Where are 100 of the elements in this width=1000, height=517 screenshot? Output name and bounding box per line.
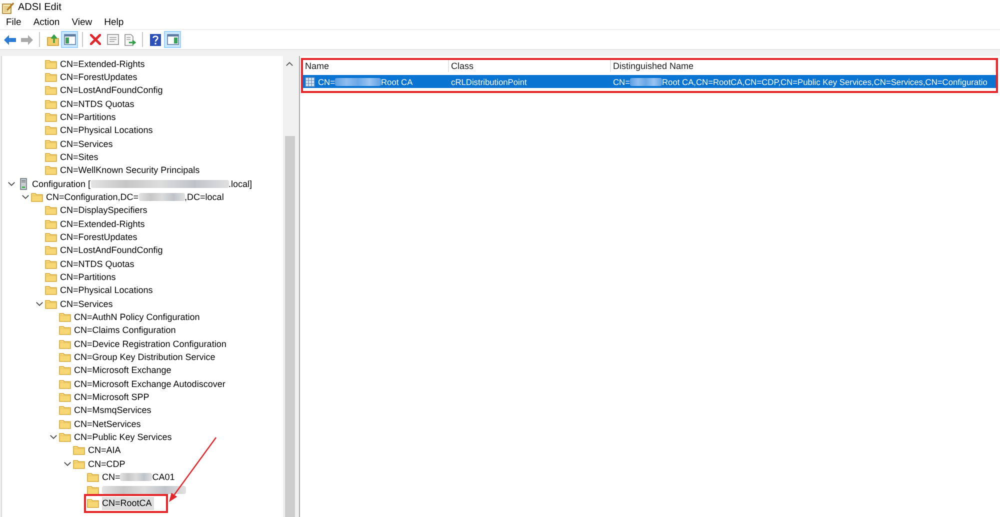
tree-item[interactable]: CN=WellKnown Security Principals [60, 164, 202, 177]
folder-icon [59, 418, 71, 429]
folder-icon [59, 312, 71, 322]
toolbar-button[interactable] [87, 31, 104, 48]
folder-icon [59, 338, 71, 349]
folder-icon [87, 472, 99, 482]
folder-icon [45, 218, 57, 229]
folder-icon [45, 72, 57, 82]
folder-icon [87, 485, 99, 496]
tree-item[interactable]: CN=Services [60, 137, 115, 150]
tree-item[interactable] [102, 484, 188, 497]
tree-item[interactable]: CN= CA01 [102, 470, 177, 484]
notepad-pencil-icon [2, 2, 14, 14]
folder-icon [45, 138, 57, 149]
tree-item[interactable]: CN=Physical Locations [60, 124, 155, 137]
folder-icon [45, 152, 57, 162]
toolbar-button[interactable] [61, 31, 78, 48]
tree-item[interactable]: CN=Partitions [60, 270, 118, 284]
tree-item[interactable]: CN=Extended-Rights [60, 217, 147, 230]
back-arrow-icon [4, 34, 16, 44]
folder-up-icon [46, 34, 58, 46]
list-cell[interactable]: CN= Root CA [303, 75, 449, 88]
chevron-down-icon[interactable] [50, 434, 56, 439]
folder-icon [45, 245, 57, 256]
tree-item[interactable]: CN=Device Registration Configuration [74, 337, 228, 350]
folder-icon [59, 392, 71, 402]
folder-icon [45, 232, 57, 242]
chevron-down-icon[interactable] [8, 182, 14, 186]
tree-item[interactable]: CN=Claims Configuration [74, 324, 178, 337]
tree-item[interactable]: CN=ForestUpdates [60, 70, 140, 84]
folder-icon [31, 192, 43, 202]
tree-item[interactable]: CN=MsmqServices [74, 404, 154, 417]
delete-icon [90, 34, 101, 45]
tree-item[interactable]: CN=ForestUpdates [60, 230, 140, 244]
column-header[interactable]: Distinguished Name [611, 60, 996, 72]
tree-item[interactable]: CN=Services [60, 297, 115, 310]
redaction-blur [138, 192, 185, 201]
folder-icon [45, 205, 57, 216]
tree-item[interactable]: CN=Sites [60, 150, 100, 164]
chevron-down-icon[interactable] [36, 302, 42, 306]
tree-item[interactable]: CN=LostAndFoundConfig [60, 84, 165, 97]
folder-icon [59, 432, 71, 442]
folder-icon [87, 498, 99, 508]
forward-arrow-icon [20, 34, 32, 44]
folder-icon [59, 378, 71, 389]
scrollbar-thumb[interactable] [284, 136, 294, 517]
folder-icon [45, 98, 57, 109]
tree-item[interactable]: CN=AIA [88, 444, 123, 457]
folder-icon [73, 445, 85, 456]
folder-icon [59, 325, 71, 336]
tree-item[interactable]: CN=RootCA [102, 496, 154, 510]
tree-item[interactable]: CN=Partitions [60, 110, 118, 124]
redaction-blur [335, 78, 381, 86]
tree-item[interactable]: CN=Public Key Services [74, 430, 174, 444]
tree-item[interactable]: CN=NTDS Quotas [60, 97, 136, 110]
tree-item[interactable]: CN=Physical Locations [60, 284, 155, 297]
window-left-pane-icon [64, 34, 76, 45]
tree-item[interactable]: CN=Microsoft Exchange [74, 364, 174, 377]
menu-item[interactable]: File [6, 16, 22, 28]
tree-item[interactable]: CN=CDP [88, 457, 128, 470]
table-icon [305, 76, 315, 86]
window-right-pane-icon [166, 34, 178, 45]
window-title: ADSI Edit [18, 2, 62, 13]
tree-item[interactable]: CN=Group Key Distribution Service [74, 350, 218, 364]
folder-icon [59, 365, 71, 376]
folder-icon [45, 125, 57, 136]
toolbar-button[interactable] [164, 31, 181, 48]
folder-icon [45, 298, 57, 309]
menu-item[interactable]: View [72, 16, 92, 28]
tree-item[interactable]: CN=Microsoft SPP [74, 390, 152, 404]
menu-item[interactable]: Action [33, 16, 60, 28]
tree-item[interactable]: CN=Extended-Rights [60, 57, 147, 70]
column-header[interactable]: Name [303, 60, 449, 72]
folder-icon [45, 258, 57, 269]
tree-item[interactable]: Configuration [ .local] [32, 177, 254, 190]
tree-item[interactable]: CN=DisplaySpecifiers [60, 204, 150, 217]
redaction-blur [630, 78, 662, 86]
tree-item[interactable]: CN=Configuration,DC= ,DC=local [46, 190, 226, 204]
menu-item[interactable]: Help [104, 16, 124, 28]
column-header[interactable]: Class [449, 60, 611, 72]
server-icon [20, 178, 26, 190]
folder-icon [73, 458, 85, 468]
toolbar-button[interactable] [147, 31, 164, 48]
tree-item[interactable]: CN=LostAndFoundConfig [60, 244, 165, 257]
redaction-blur [120, 472, 152, 481]
folder-icon [59, 405, 71, 416]
folder-icon [45, 285, 57, 296]
list-cell[interactable]: CN= Root CA,CN=RootCA,CN=CDP,CN=Public Key Services,CN=Services,CN=Configuratio [611, 75, 996, 88]
tree-item[interactable]: CN=NetServices [74, 417, 143, 430]
list-row[interactable]: CN= Root CA cRLDistributionPoint CN= Root CA,CN=RootCA,CN=CDP,CN=Public Key Services,CN=Services,CN=Configuratio [303, 75, 996, 88]
tree-item[interactable]: CN=AuthN Policy Configuration [74, 310, 202, 324]
folder-icon [45, 85, 57, 96]
folder-icon [45, 272, 57, 282]
list-cell[interactable]: cRLDistributionPoint [449, 75, 611, 88]
export-document-icon [124, 34, 136, 46]
chevron-down-icon[interactable] [22, 194, 28, 199]
tree-item[interactable]: CN=NTDS Quotas [60, 257, 136, 270]
chevron-down-icon[interactable] [64, 462, 70, 466]
folder-icon [45, 112, 57, 122]
tree-item[interactable]: CN=Microsoft Exchange Autodiscover [74, 377, 228, 390]
